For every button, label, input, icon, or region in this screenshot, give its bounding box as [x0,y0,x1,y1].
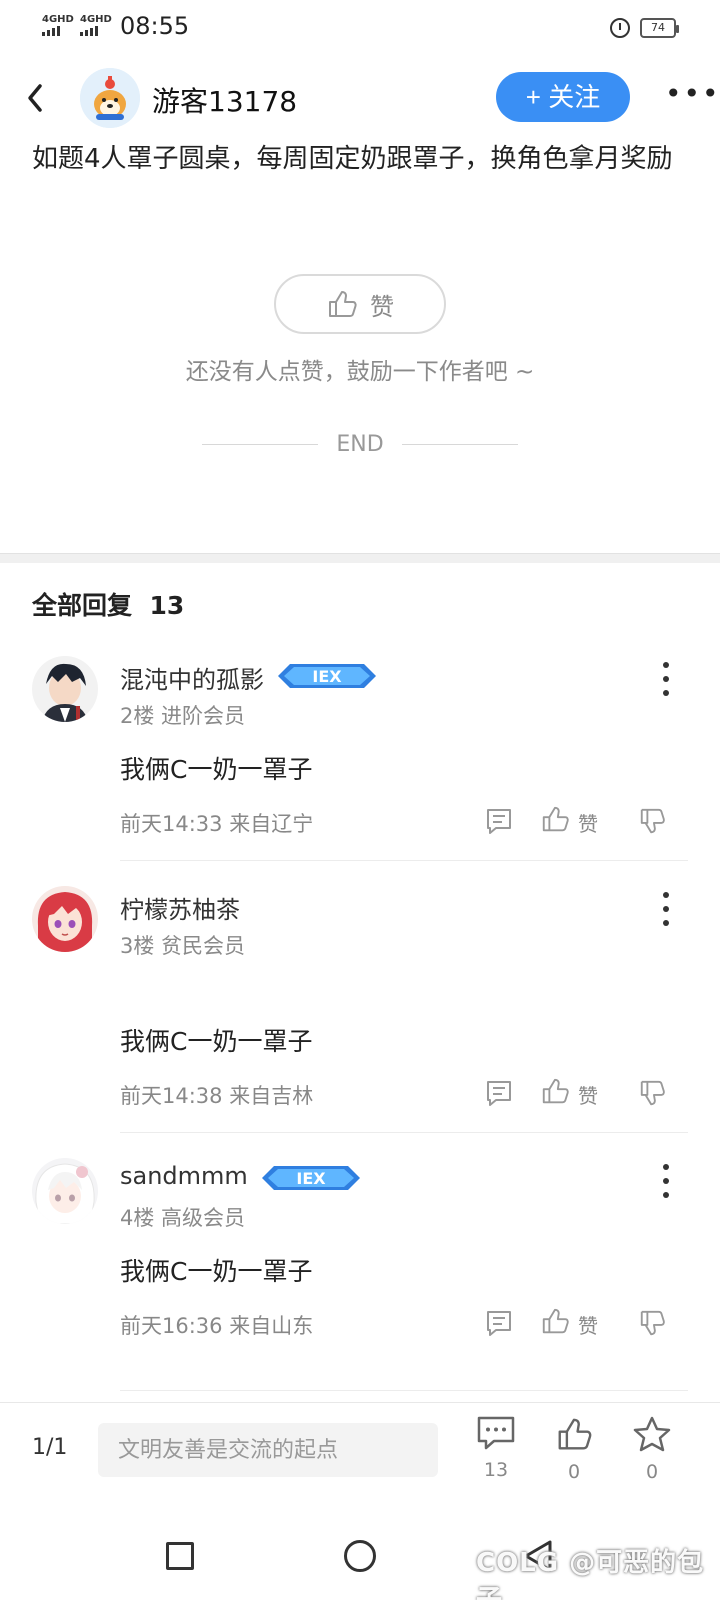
network-label-2: 4GHD [80,14,112,25]
like-hint-text: 还没有人点赞，鼓励一下作者吧 ~ [185,359,535,385]
anime-boy-avatar-icon [32,656,98,722]
comment-meta: 4楼 高级会员 [120,1206,246,1230]
commenter-avatar[interactable] [32,656,98,722]
reply-icon[interactable] [484,1078,514,1108]
replies-title: 全部回复 [32,591,133,620]
home-icon[interactable] [344,1540,376,1572]
level-badge: IEX [278,664,376,688]
post-like-button[interactable]: 赞 [274,274,446,334]
battery-icon: 74 [640,18,679,38]
like-count-button[interactable]: 0 [544,1415,604,1483]
comment-like-label[interactable]: 赞 [578,1080,598,1109]
anime-girl-avatar-icon [32,1158,98,1224]
page-indicator[interactable]: 1/1 [32,1435,67,1460]
thumbs-up-icon[interactable] [540,1076,570,1106]
level-badge: IEX [262,1166,360,1190]
author-name[interactable]: 游客13178 [152,80,297,120]
comment-more-icon[interactable] [656,892,676,926]
replies-header: 全部回复 13 [32,586,184,622]
star-icon [633,1416,671,1452]
author-avatar[interactable] [80,68,140,128]
reply-icon[interactable] [484,1308,514,1338]
comment-time: 前天14:38 来自吉林 [120,1084,314,1108]
comment-meta: 2楼 进阶会员 [120,704,246,728]
reply-bar: 1/1 13 0 0 [0,1402,720,1512]
more-options-icon[interactable]: ••• [665,80,719,108]
comment-icon [477,1416,515,1450]
comment-more-icon[interactable] [656,662,676,696]
comment-divider [120,1132,688,1133]
reply-icon[interactable] [484,806,514,836]
post-header: 游客13178 + 关注 ••• [0,62,720,134]
thumbs-down-icon[interactable] [638,806,668,836]
commenter-avatar[interactable] [32,1158,98,1224]
follow-button[interactable]: + 关注 [496,72,630,122]
section-separator [0,553,720,563]
commenter-name[interactable]: 混沌中的孤影 [120,660,264,695]
back-arrow-icon[interactable] [22,80,50,116]
network-label-1: 4GHD [42,14,74,25]
end-label: END [336,432,384,457]
favorite-count: 0 [645,1461,659,1483]
comment-time: 前天16:36 来自山东 [120,1314,314,1338]
comment-more-icon[interactable] [656,1164,676,1198]
end-marker: END [0,432,720,457]
comment-text: 我俩C一奶一罩子 [120,1257,313,1286]
comment-divider [120,860,688,861]
replies-count: 13 [149,591,185,620]
comment-text: 我俩C一奶一罩子 [120,755,313,784]
post-content: 如题4人罩子圆桌，每周固定奶跟罩子，换角色拿月奖励 [32,144,673,174]
badge-label: IEX [312,667,342,686]
divider-line [401,444,518,445]
comment-meta: 3楼 贫民会员 [120,934,246,958]
commenter-name[interactable]: sandmmm [120,1162,248,1190]
favorite-button[interactable]: 0 [622,1415,682,1483]
divider-line [202,444,319,445]
thumbs-up-icon[interactable] [540,1306,570,1336]
anime-girl-avatar-icon [32,886,98,952]
signal-icon: 4GHD [80,14,112,36]
thumbs-down-icon[interactable] [638,1308,668,1338]
clock: 08:55 [120,12,190,40]
alarm-icon [610,18,630,38]
commenter-name[interactable]: 柠檬苏柚茶 [120,890,240,925]
reply-count-button[interactable]: 13 [466,1415,526,1481]
dog-mascot-icon [80,68,140,128]
like-count: 0 [567,1461,581,1483]
thumbs-up-icon[interactable] [540,804,570,834]
comment-like-label[interactable]: 赞 [578,1310,598,1339]
badge-label: IEX [296,1169,326,1188]
watermark: COLG @可恶的包子 [476,1548,705,1600]
comment-divider [120,1390,688,1391]
reply-count: 13 [483,1459,509,1481]
comment-text: 我俩C一奶一罩子 [120,1027,313,1056]
thumbs-down-icon[interactable] [638,1078,668,1108]
thumbs-up-icon [329,291,357,317]
recent-apps-icon[interactable] [166,1542,194,1570]
comment-like-label[interactable]: 赞 [578,808,598,837]
commenter-avatar[interactable] [32,886,98,952]
reply-input[interactable] [98,1423,438,1477]
status-bar: 4GHD 4GHD 08:55 74 [0,0,720,56]
post-like-label: 赞 [370,292,394,321]
signal-icon: 4GHD [42,14,74,36]
thumbs-up-icon [558,1418,592,1450]
system-nav-bar: COLG @可恶的包子 [0,1512,720,1600]
comment-time: 前天14:33 来自辽宁 [120,812,314,836]
